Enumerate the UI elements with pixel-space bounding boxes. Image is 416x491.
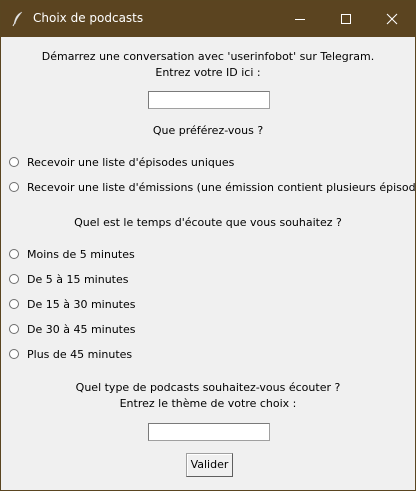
- theme-prompt: Entrez le thème de votre choix :: [119, 397, 297, 410]
- radio-button[interactable]: [9, 349, 19, 359]
- feather-icon: [12, 11, 23, 27]
- radio-label: Recevoir une liste d'émissions (une émis…: [27, 181, 416, 194]
- preference-question: Que préférez-vous ?: [152, 124, 264, 137]
- maximize-button[interactable]: [323, 1, 369, 37]
- radio-button[interactable]: [9, 249, 19, 259]
- title-bar[interactable]: Choix de podcasts: [1, 1, 415, 37]
- radio-label: De 15 à 30 minutes: [27, 298, 136, 311]
- radio-button[interactable]: [9, 182, 19, 192]
- minimize-icon: [295, 19, 305, 20]
- theme-question: Quel type de podcasts souhaitez-vous éco…: [75, 381, 341, 394]
- radio-button[interactable]: [9, 324, 19, 334]
- radio-label: De 30 à 45 minutes: [27, 323, 136, 336]
- minimize-button[interactable]: [277, 1, 323, 37]
- maximize-icon: [341, 14, 351, 24]
- radio-label: De 5 à 15 minutes: [27, 273, 129, 286]
- duration-question: Quel est le temps d'écoute que vous souh…: [74, 216, 342, 229]
- telegram-instruction: Démarrez une conversation avec 'userinfo…: [41, 50, 375, 63]
- radio-label: Moins de 5 minutes: [27, 248, 135, 261]
- submit-button[interactable]: Valider: [186, 453, 233, 477]
- radio-button[interactable]: [9, 274, 19, 284]
- radio-button[interactable]: [9, 157, 19, 167]
- app-window: Choix de podcasts Démarrez une conversat…: [0, 0, 416, 491]
- id-prompt: Entrez votre ID ici :: [155, 66, 261, 79]
- radio-label: Plus de 45 minutes: [27, 348, 133, 361]
- radio-button[interactable]: [9, 299, 19, 309]
- close-button[interactable]: [369, 1, 415, 37]
- close-icon: [386, 13, 398, 25]
- window-title: Choix de podcasts: [33, 11, 144, 25]
- radio-label: Recevoir une liste d'épisodes uniques: [27, 156, 235, 169]
- theme-input[interactable]: [148, 423, 270, 441]
- form-area: Démarrez une conversation avec 'userinfo…: [1, 37, 416, 490]
- telegram-id-input[interactable]: [148, 91, 270, 109]
